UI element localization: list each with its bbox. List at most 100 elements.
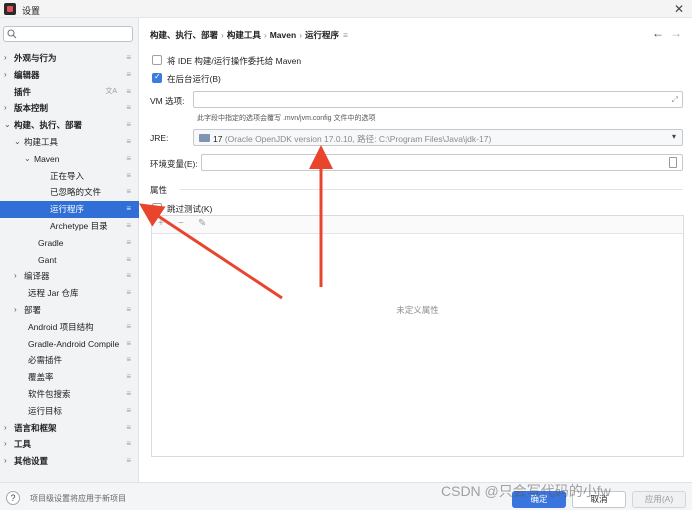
expand-icon[interactable]: ⤢ [672,95,678,105]
settings-tree: › 外观与行为 ≡ › 编辑器 ≡ 插件 文A ≡ › 版本控制 ≡ ⌄ 构建、执行、部署 ≡ ⌄ 构建工具 ≡ ⌄… [0,50,139,470]
forward-arrow-icon[interactable]: → [670,26,682,40]
sidebar-item[interactable]: Gant ≡ [0,252,139,269]
jre-select[interactable]: 17 (Oracle OpenJDK version 17.0.10, 路径: … [193,129,683,146]
sidebar-item[interactable]: 已忽略的文件 ≡ [0,184,139,201]
options-icon: ≡ [126,456,131,466]
chevron-right-icon[interactable]: › [4,436,7,453]
sidebar-item[interactable]: Archetype 目录 ≡ [0,218,139,235]
skip-tests-checkbox[interactable] [152,203,162,213]
sidebar-item[interactable]: 正在导入 ≡ [0,168,139,185]
remove-icon[interactable]: − [178,218,184,229]
sidebar-item-label: 外观与行为 [14,53,57,63]
sidebar-item-label: Android 项目结构 [28,321,94,332]
jre-version: 17 [213,134,223,144]
footer-hint: 项目级设置将应用于新项目 [30,494,126,503]
sidebar-item-label: 插件 [14,86,32,97]
search-input[interactable] [3,26,133,42]
delegate-checkbox[interactable] [152,55,162,65]
options-icon: ≡ [126,136,131,146]
sidebar-item-label: 必需插件 [28,355,63,366]
dropdown-icon[interactable]: ▾ [672,132,676,141]
chevron-down-icon[interactable]: ⌄ [14,134,21,151]
breadcrumb-item[interactable]: 构建工具 [227,30,261,40]
sidebar-item[interactable]: ⌄ 构建、执行、部署 ≡ [0,117,139,134]
chevron-right-icon[interactable]: › [4,67,7,84]
sidebar-item[interactable]: › 编译器 ≡ [0,268,139,285]
chevron-right-icon[interactable]: › [4,50,7,67]
env-vars-input[interactable] [201,154,683,171]
vm-options-input[interactable]: ⤢ [193,91,683,108]
sidebar-item[interactable]: ⌄ Maven ≡ [0,151,139,168]
options-icon: ≡ [126,388,131,398]
sidebar-item-label: Gradle [38,237,64,248]
chevron-right-icon[interactable]: › [4,100,7,117]
sidebar-item[interactable]: Gradle-Android Compile ≡ [0,336,139,353]
chevron-down-icon[interactable]: ⌄ [24,151,31,168]
chevron-right-icon[interactable]: › [4,420,7,437]
vm-options-hint: 此字段中指定的选项会覆写 .mvn/jvm.config 文件中的选项 [197,115,376,122]
sidebar-item-label: 覆盖率 [28,372,54,383]
edit-icon[interactable]: ✎ [198,218,206,229]
properties-divider [180,189,683,190]
main-panel: 构建、执行、部署 › 构建工具 › Maven › 运行程序 ≡ ← → 将 IDE 构建/运… [140,18,692,482]
options-icon: ≡ [126,220,131,230]
options-icon: ≡ [126,372,131,382]
options-icon: ≡ [126,120,131,130]
env-vars-label: 环境变量(E): [150,159,198,169]
properties-table[interactable]: + − ✎ 未定义属性 [151,215,684,457]
sidebar-item[interactable]: ⌄ 构建工具 ≡ [0,134,139,151]
sidebar-item-label: 部署 [24,304,42,315]
background-checkbox[interactable] [152,72,162,83]
sidebar-item-label: 其他设置 [14,456,49,467]
sidebar-item[interactable]: Gradle ≡ [0,235,139,252]
sidebar-item[interactable]: 插件 文A ≡ [0,84,139,101]
options-icon: ≡ [126,187,131,197]
sidebar-item[interactable]: › 工具 ≡ [0,436,139,453]
sidebar-item-label: Gant [38,254,57,265]
sidebar-item[interactable]: › 编辑器 ≡ [0,67,139,84]
sidebar-item[interactable]: › 其他设置 ≡ [0,453,139,470]
sidebar-item[interactable]: › 外观与行为 ≡ [0,50,139,67]
sidebar-item[interactable]: 覆盖率 ≡ [0,369,139,386]
sidebar-item-label: 语言和框架 [14,422,57,433]
sidebar-item-label: 软件包搜索 [28,388,71,399]
chevron-down-icon[interactable]: ⌄ [4,117,11,134]
sidebar-item[interactable]: › 部署 ≡ [0,302,139,319]
chevron-right-icon[interactable]: › [14,268,17,285]
options-icon: ≡ [126,439,131,449]
options-icon: ≡ [126,405,131,415]
options-icon: ≡ [126,86,131,96]
help-icon[interactable]: ? [6,491,20,505]
sidebar-item[interactable]: 运行目标 ≡ [0,403,139,420]
breadcrumb-item[interactable]: Maven [270,30,296,40]
options-icon: ≡ [126,153,131,163]
add-icon[interactable]: + [158,218,164,229]
options-icon: ≡ [126,422,131,432]
sidebar-item-label: Gradle-Android Compile [28,338,120,349]
sidebar-item-label: 正在导入 [50,170,85,181]
options-icon: ≡ [126,53,131,62]
options-icon: ≡ [126,288,131,298]
skip-tests-checkbox-label: 跳过测试(K) [167,204,213,214]
breadcrumb-current: 运行程序 [305,30,340,40]
options-icon: ≡ [126,69,131,79]
sidebar-item[interactable]: › 语言和框架 ≡ [0,420,139,437]
sidebar-item[interactable]: 必需插件 ≡ [0,352,139,369]
sidebar-item[interactable]: 软件包搜索 ≡ [0,386,139,403]
title-bar: 设置 ✕ [0,0,692,18]
options-icon: ≡ [126,321,131,331]
options-icon[interactable]: ≡ [339,30,348,40]
sidebar-item[interactable]: › 版本控制 ≡ [0,100,139,117]
document-icon[interactable] [669,157,677,168]
close-icon[interactable]: ✕ [674,2,684,16]
chevron-right-icon[interactable]: › [14,302,17,319]
sidebar-item[interactable]: Android 项目结构 ≡ [0,319,139,336]
app-icon [4,3,16,15]
apply-button[interactable]: 应用(A) [632,491,686,508]
sidebar-item-label: Maven [34,153,60,164]
chevron-right-icon[interactable]: › [4,453,7,470]
sidebar-item[interactable]: 远程 Jar 仓库 ≡ [0,285,139,302]
breadcrumb-item[interactable]: 构建、执行、部署 [150,30,218,40]
back-arrow-icon[interactable]: ← [652,26,664,40]
sidebar-item[interactable]: 运行程序 ≡ [0,201,139,218]
